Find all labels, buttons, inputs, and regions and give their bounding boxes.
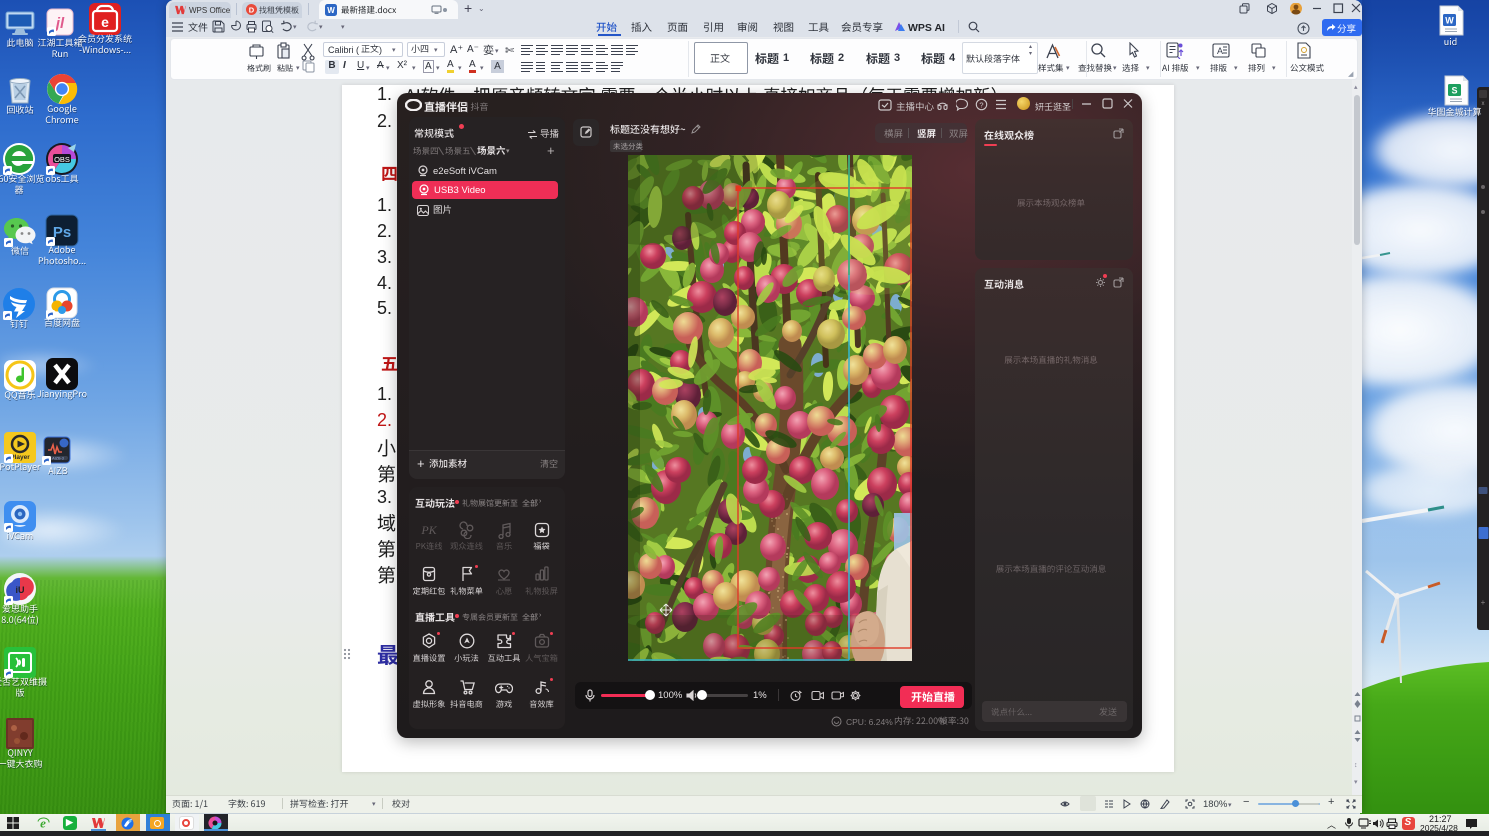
svg-text:AIZB-3: AIZB-3 — [52, 457, 64, 461]
svg-text:D: D — [249, 5, 255, 14]
svg-text:iU: iU — [16, 585, 25, 595]
svg-text:Player: Player — [10, 454, 30, 461]
svg-text:OBS: OBS — [54, 155, 70, 164]
svg-text:A: A — [1217, 46, 1223, 56]
svg-text:PK: PK — [420, 523, 437, 537]
svg-text:?: ? — [979, 100, 983, 109]
svg-text:Ps: Ps — [53, 224, 71, 241]
svg-text:x: x — [1482, 101, 1485, 107]
svg-text:W: W — [327, 6, 335, 15]
svg-text:+: + — [1481, 598, 1486, 607]
svg-text:W: W — [1445, 16, 1454, 26]
svg-text:S: S — [1451, 86, 1457, 96]
svg-text:e: e — [101, 14, 109, 30]
